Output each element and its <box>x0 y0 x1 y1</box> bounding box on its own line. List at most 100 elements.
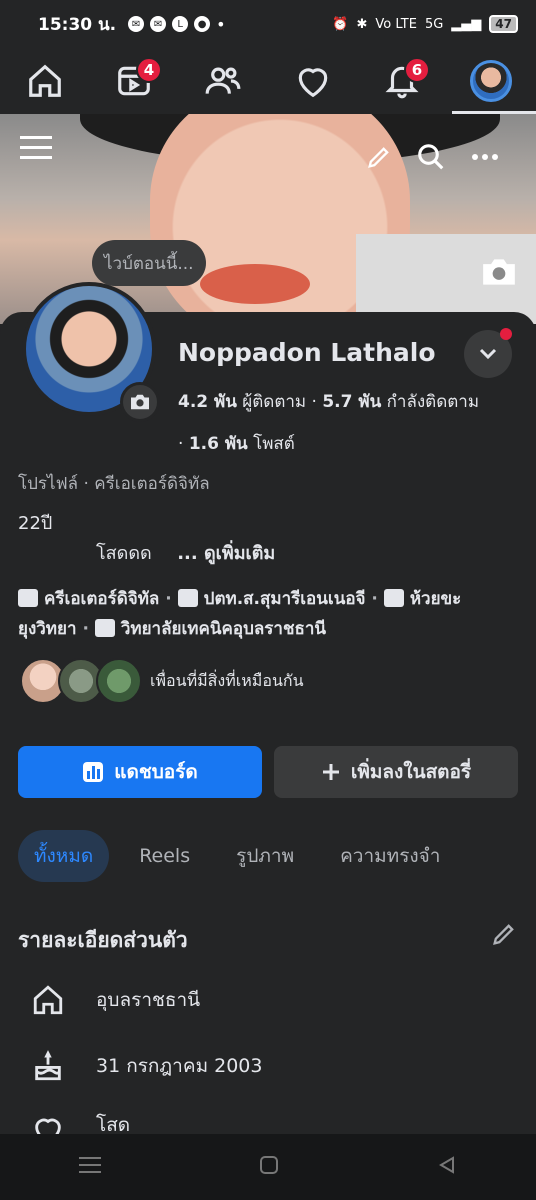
hometown-value: อุบลราชธานี <box>96 989 201 1011</box>
cake-icon <box>28 1046 68 1086</box>
tab-photos[interactable]: รูปภาพ <box>220 830 310 882</box>
detail-school-part2[interactable]: ยุงวิทยา <box>18 619 77 639</box>
chevron-down-icon <box>479 348 497 360</box>
camera-icon <box>131 394 149 410</box>
messenger-notif-icon: ✉ <box>128 16 145 32</box>
workplace-icon <box>177 589 198 607</box>
profile-details-line-1: ครีเอเตอร์ดิจิทัล · ปตท.ส.สุมารีเอนเนอจี… <box>18 584 522 614</box>
menu-icon <box>20 136 52 159</box>
profile-details-line-2: ยุงวิทยา · วิทยาลัยเทคนิคอุบลราชธานี <box>18 614 522 644</box>
nav-home[interactable] <box>15 51 75 111</box>
avatar-camera-button[interactable] <box>120 382 160 422</box>
detail-school-part1[interactable]: ห้วยขะ <box>410 589 461 609</box>
status-bubble[interactable]: ไวบ์ตอนนี้... <box>92 240 206 286</box>
mutual-friend-avatar <box>96 658 142 704</box>
edit-profile-button[interactable] <box>362 140 396 174</box>
system-nav-bar <box>0 1134 536 1200</box>
more-icon <box>472 154 498 160</box>
tab-reels[interactable]: Reels <box>123 830 206 882</box>
back-triangle-icon <box>439 1156 454 1174</box>
school-icon <box>383 589 404 607</box>
nav-reels[interactable]: 4 <box>104 51 164 111</box>
messenger-notif-icon-2: ✉ <box>150 16 167 32</box>
profile-stats-posts: · 1.6 พัน โพสต์ <box>178 430 295 457</box>
add-story-button[interactable]: เพิ่มลงในสตอรี่ <box>274 746 518 798</box>
search-button[interactable] <box>414 140 448 174</box>
volte-label: Vo LTE <box>375 16 417 32</box>
heart-icon <box>298 68 327 98</box>
camera-icon <box>483 259 515 285</box>
detail-creator: ครีเอเตอร์ดิจิทัล <box>44 589 160 609</box>
nav-dating[interactable] <box>283 51 343 111</box>
home-icon <box>28 64 61 97</box>
plus-icon <box>321 762 341 782</box>
relationship-value: โสด <box>96 1114 131 1134</box>
bluetooth-icon: ✱ <box>356 16 368 32</box>
house-icon <box>28 980 68 1020</box>
tab-all[interactable]: ทั้งหมด <box>18 830 110 882</box>
cover-camera-button[interactable] <box>478 254 520 290</box>
birthday-row: 31 กรกฎาคม 2003 <box>28 1046 262 1086</box>
line-notif-icon: L <box>172 16 189 32</box>
new-indicator-dot <box>500 328 512 340</box>
followers-label[interactable]: ผู้ติดตาม <box>242 392 306 412</box>
edit-details-button[interactable] <box>490 920 518 948</box>
app-notif-icon: ● <box>194 16 211 32</box>
top-nav: 4 6 <box>0 48 536 114</box>
recent-apps-button[interactable] <box>79 1155 101 1179</box>
detail-workplace[interactable]: ปตท.ส.สุมารีเอนเนอจี <box>204 589 366 609</box>
notifications-badge: 6 <box>403 57 430 83</box>
hometown-row: อุบลราชธานี <box>28 980 200 1020</box>
friends-icon <box>205 67 241 94</box>
network-label: 5G <box>424 16 444 32</box>
battery-icon: 47 <box>489 15 518 33</box>
more-button[interactable] <box>468 140 502 174</box>
birthday-value: 31 กรกฎาคม 2003 <box>96 1055 263 1077</box>
search-icon <box>418 144 444 170</box>
square-icon <box>260 1156 278 1174</box>
following-count[interactable]: 5.7 พัน <box>322 392 381 412</box>
mutual-friends-label: เพื่อนที่มีสิ่งที่เหมือนกัน <box>150 670 304 690</box>
menu-icon <box>79 1157 101 1173</box>
bio-text: โสดดด <box>96 543 152 564</box>
system-icons: ⏰ ✱ Vo LTE 5G ▂▄▆ 47 <box>332 15 518 33</box>
status-time: 15:30 น. <box>38 14 117 35</box>
alarm-icon: ⏰ <box>332 16 349 32</box>
clapperboard-icon <box>18 589 38 607</box>
dashboard-label: แดชบอร์ด <box>114 761 198 783</box>
personal-details-title: รายละเอียดส่วนตัว <box>18 928 188 952</box>
nav-profile[interactable] <box>461 51 521 111</box>
separator-dot: · <box>371 589 384 609</box>
see-more-link[interactable]: ... ดูเพิ่มเติม <box>177 543 275 564</box>
profile-bio: โสดดด ... ดูเพิ่มเติม <box>96 538 275 567</box>
avatar <box>470 60 513 102</box>
detail-college[interactable]: วิทยาลัยเทคนิคอุบลราชธานี <box>121 619 326 639</box>
dashboard-button[interactable]: แดชบอร์ด <box>18 746 262 798</box>
followers-count[interactable]: 4.2 พัน <box>178 392 237 412</box>
separator-dot: · <box>178 434 189 454</box>
signal-icon: ▂▄▆ <box>451 16 482 32</box>
following-label[interactable]: กำลังติดตาม <box>387 392 479 412</box>
back-button[interactable] <box>437 1155 457 1179</box>
separator-dot: · <box>311 392 323 412</box>
mutual-friends[interactable]: เพื่อนที่มีสิ่งที่เหมือนกัน <box>20 658 304 704</box>
notification-icons: ✉ ✉ L ● • <box>128 14 226 34</box>
tab-memories[interactable]: ความทรงจำ <box>324 830 456 882</box>
home-button[interactable] <box>259 1155 279 1179</box>
separator-dot: · <box>82 619 95 639</box>
more-notif-dot: • <box>216 14 226 34</box>
graduation-cap-icon <box>94 619 115 637</box>
pencil-icon <box>493 924 514 945</box>
profile-tabs: ทั้งหมด Reels รูปภาพ ความทรงจำ <box>18 828 536 884</box>
posts-count[interactable]: 1.6 พัน <box>189 434 248 454</box>
status-bar: 15:30 น. ✉ ✉ L ● • ⏰ ✱ Vo LTE 5G ▂▄▆ 47 <box>0 0 536 48</box>
posts-label[interactable]: โพสต์ <box>253 434 295 454</box>
menu-button[interactable] <box>18 130 54 166</box>
add-story-label: เพิ่มลงในสตอรี่ <box>350 761 472 783</box>
nav-notifications[interactable]: 6 <box>372 51 432 111</box>
nav-friends[interactable] <box>193 51 253 111</box>
profile-name: Noppadon Lathalo <box>178 338 436 367</box>
reels-badge: 4 <box>135 57 162 83</box>
relationship-row: โสด <box>28 1110 130 1134</box>
profile-age: 22ปี <box>18 513 53 534</box>
